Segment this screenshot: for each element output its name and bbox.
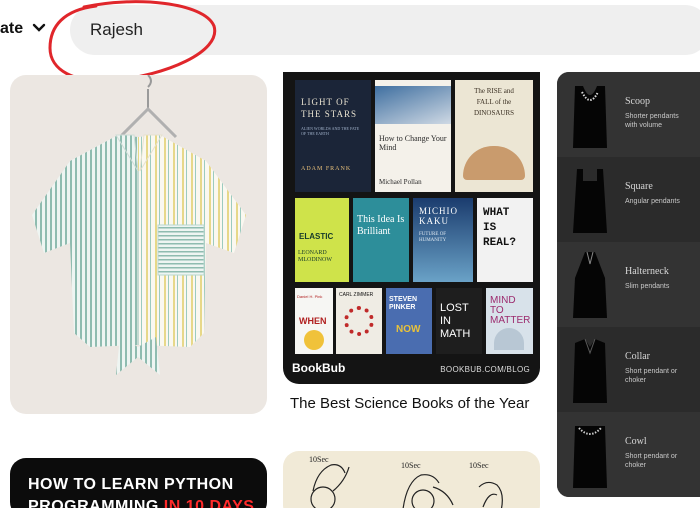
neckline-row: Collar Short pendant or choker: [557, 327, 700, 412]
neckline-desc: Short pendant or choker: [625, 368, 678, 384]
book-author: Daniel H. Pink: [297, 294, 323, 299]
book-cover-art: [304, 330, 324, 350]
cowl-top-icon: [573, 426, 607, 488]
search-input[interactable]: Rajesh: [70, 5, 700, 55]
book-cover-light-of-the-stars: LIGHT OF THE STARS ALIEN WORLDS AND THE …: [295, 80, 371, 192]
book-author: Michael Pollan: [379, 178, 422, 186]
pin-title-science-books[interactable]: The Best Science Books of the Year: [290, 395, 529, 412]
stretch-sketch-drawing: [310, 464, 503, 508]
pin-learn-python-image[interactable]: HOW TO LEARN PYTHON PROGRAMMING IN 10 DA…: [10, 458, 267, 508]
neckline-row: Square Angular pendants: [557, 157, 700, 242]
pin-stretch-sketch-image[interactable]: 10Sec 10Sec 10Sec: [283, 451, 540, 508]
book-author: STEVEN PINKER: [389, 296, 418, 311]
pin-shirt-image[interactable]: [10, 75, 267, 414]
python-subline-white: PROGRAMMING: [28, 498, 164, 508]
scoop-top-icon: [573, 86, 607, 148]
book-cover-future-of-humanity: MICHIO KAKU FUTURE OF HUMANITY: [413, 198, 473, 282]
book-title: LOST IN MATH: [440, 302, 471, 340]
neckline-name: Halterneck: [625, 266, 669, 277]
chevron-down-icon[interactable]: [32, 21, 46, 35]
neckline-name: Square: [625, 181, 653, 192]
neckline-desc: Angular pendants: [625, 198, 680, 205]
neckline-row: Scoop Shorter pendants with volume: [557, 72, 700, 157]
neckline-desc: Slim pendants: [625, 283, 670, 290]
neckline-desc: Short pendant or choker: [625, 453, 678, 469]
book-title: The RISE and FALL of the DINOSAURS: [473, 87, 515, 117]
search-input-value[interactable]: Rajesh: [90, 20, 143, 40]
top-bar: ate Rajesh: [0, 0, 700, 83]
book-cover-art: [463, 146, 525, 180]
book-title: How to Change Your Mind: [379, 134, 447, 152]
create-menu-label[interactable]: ate: [0, 20, 23, 38]
book-cover-what-is-real: WHAT IS REAL?: [477, 198, 533, 282]
book-cover-this-idea-is-brilliant: This Idea Is Brilliant: [353, 198, 409, 282]
book-cover-carl-zimmer: CARL ZIMMER: [336, 288, 382, 354]
book-author: ADAM FRANK: [301, 166, 352, 172]
pin-necklines-image[interactable]: Scoop Shorter pendants with volume Squar…: [557, 72, 700, 497]
shirt-image: [32, 75, 246, 375]
book-author: MICHIO KAKU: [419, 206, 458, 226]
book-title: This Idea Is Brilliant: [357, 214, 405, 237]
neckline-name: Scoop: [625, 96, 650, 107]
neckline-name: Collar: [625, 351, 650, 362]
book-title: LIGHT OF THE STARS: [301, 97, 358, 119]
bookbub-logo: BookBub: [292, 361, 346, 375]
halterneck-top-icon: [573, 251, 607, 318]
book-cover-art: [344, 306, 374, 336]
neckline-row: Halterneck Slim pendants: [557, 242, 700, 327]
book-title: NOW: [396, 324, 421, 335]
book-title: FUTURE OF HUMANITY: [419, 232, 447, 243]
book-cover-rise-and-fall-of-the-dinosaurs: The RISE and FALL of the DINOSAURS: [455, 80, 533, 192]
square-top-icon: [573, 169, 607, 233]
book-author: CARL ZIMMER: [339, 292, 374, 298]
neckline-name: Cowl: [625, 436, 647, 447]
book-title: WHEN: [299, 316, 327, 326]
book-cover-how-to-change-your-mind: How to Change Your Mind Michael Pollan: [375, 80, 451, 192]
book-subtitle: ALIEN WORLDS AND THE FATE OF THE EARTH: [301, 126, 360, 136]
book-cover-art: [375, 86, 451, 124]
python-subline-red: IN 10 DAYS: [163, 498, 255, 508]
collar-top-icon: [573, 338, 607, 403]
book-title: MIND TO MATTER: [490, 295, 531, 326]
neckline-row: Cowl Short pendant or choker: [557, 412, 700, 497]
book-author: LEONARD MLODINOW: [298, 250, 332, 263]
bookbub-url: BOOKBUB.COM/BLOG: [440, 365, 530, 374]
book-cover-when: Daniel H. Pink WHEN: [295, 288, 333, 354]
pin-science-books-image[interactable]: LIGHT OF THE STARS ALIEN WORLDS AND THE …: [283, 72, 540, 384]
python-headline: HOW TO LEARN PYTHON: [28, 476, 234, 493]
book-cover-lost-in-math: LOST IN MATH: [436, 288, 482, 354]
book-cover-mind-to-matter: MIND TO MATTER: [486, 288, 533, 354]
book-cover-art: [494, 328, 524, 350]
book-title: WHAT IS REAL?: [483, 207, 517, 249]
neckline-desc: Shorter pendants with volume: [625, 113, 679, 129]
book-cover-elastic: ELASTIC LEONARD MLODINOW: [295, 198, 349, 282]
book-title: ELASTIC: [299, 232, 334, 241]
python-subline: PROGRAMMING IN 10 DAYS: [28, 498, 254, 508]
book-cover-enlightenment-now: STEVEN PINKER NOW: [386, 288, 432, 354]
